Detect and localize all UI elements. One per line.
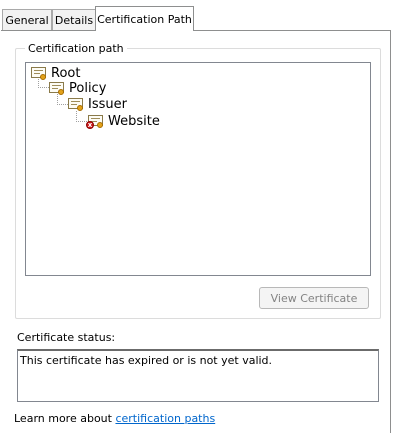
tab-certification-path-label: Certification Path (97, 12, 192, 26)
tab-strip: General Details Certification Path (0, 0, 396, 31)
tree-node-website[interactable]: x Website (86, 112, 160, 130)
certificate-error-icon: x (86, 114, 104, 129)
certification-path-tree[interactable]: Root Policy Issuer x Website (25, 62, 371, 276)
tab-details-label: Details (54, 13, 94, 27)
tree-connector (76, 121, 87, 122)
learn-more-prefix: Learn more about (14, 412, 116, 425)
learn-more: Learn more about certification paths (14, 412, 215, 425)
certificate-dialog: General Details Certification Path Certi… (0, 0, 396, 433)
certification-paths-link[interactable]: certification paths (115, 412, 215, 425)
certificate-status-label: Certificate status: (17, 331, 116, 344)
tab-general[interactable]: General (2, 9, 52, 30)
tab-certification-path[interactable]: Certification Path (95, 6, 194, 31)
certificate-status-text[interactable]: This certificate has expired or is not y… (17, 349, 379, 402)
view-certificate-button[interactable]: View Certificate (259, 287, 369, 309)
certificate-icon (68, 97, 84, 111)
tree-node-label: Policy (69, 80, 107, 96)
tree-connector (38, 87, 49, 88)
certification-path-title: Certification path (25, 42, 127, 55)
certificate-icon (31, 66, 47, 80)
tree-node-issuer[interactable]: Issuer (68, 95, 127, 113)
tree-node-label: Website (108, 113, 160, 129)
tab-general-label: General (5, 13, 49, 27)
tab-details[interactable]: Details (52, 9, 96, 30)
tree-connector (57, 104, 68, 105)
tree-node-label: Issuer (88, 96, 127, 112)
certificate-status-message: This certificate has expired or is not y… (20, 354, 273, 367)
certificate-icon (49, 81, 65, 95)
